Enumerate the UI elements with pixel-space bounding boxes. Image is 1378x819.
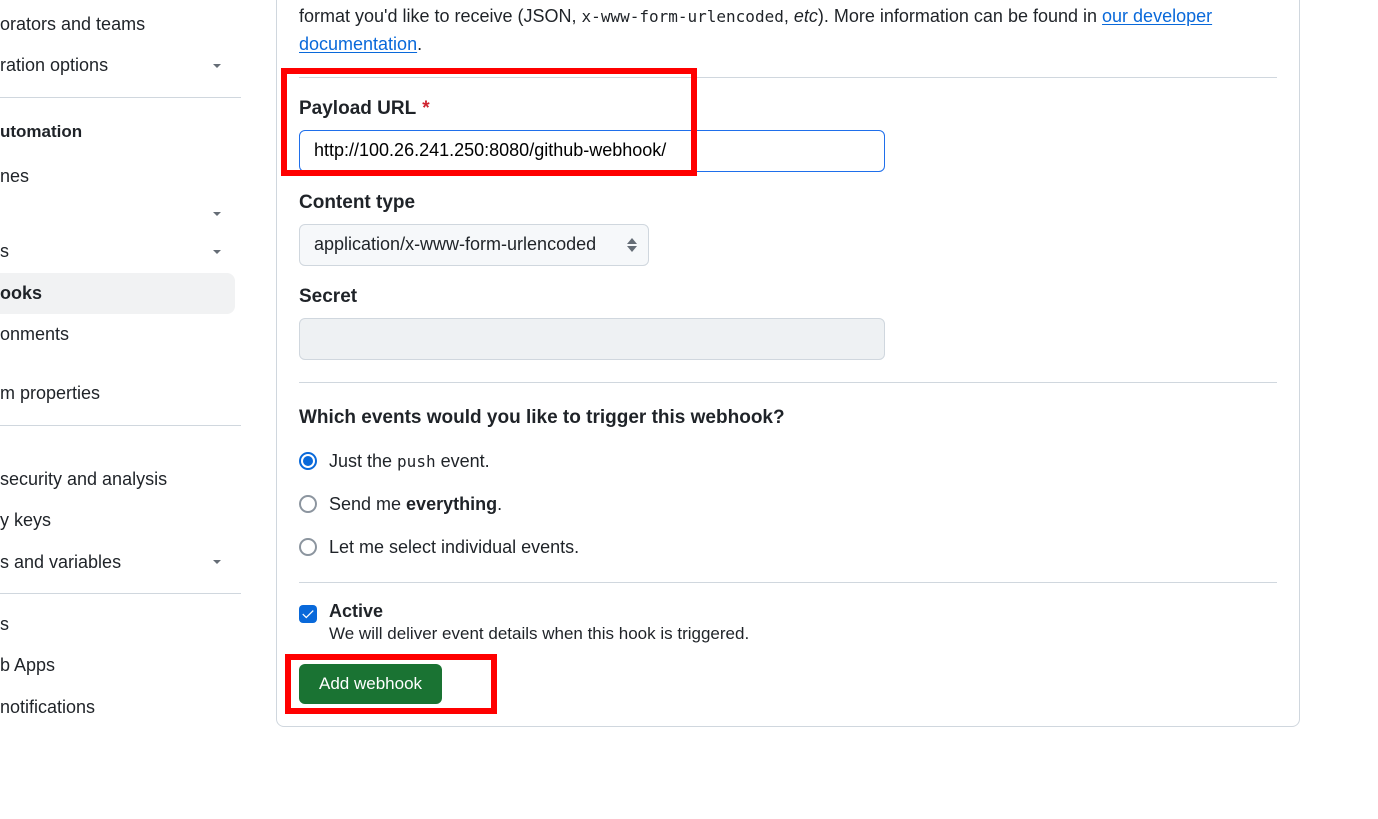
select-caret-icon [627,238,637,252]
separator [299,582,1277,583]
sidebar-item-unknown-1[interactable] [0,197,241,231]
radio-everything[interactable]: Send me everything. [299,494,1277,515]
sidebar-item-unknown-2[interactable] [0,355,241,373]
radio-icon [299,495,317,513]
sidebar-item-moderation[interactable]: ration options [0,45,241,86]
content-type-label: Content type [299,192,1277,214]
sidebar-item-github-apps[interactable]: b Apps [0,645,241,686]
intro-text: format you'd like to receive (JSON, x-ww… [299,3,1277,59]
radio-icon [299,452,317,470]
active-label: Active [329,601,749,622]
active-subtext: We will deliver event details when this … [329,624,749,644]
add-webhook-button[interactable]: Add webhook [299,664,442,704]
sidebar-item-actions[interactable]: s [0,231,241,272]
sidebar-heading-automation: utomation [0,108,241,156]
sidebar-item-environments[interactable]: onments [0,314,241,355]
sidebar-divider [0,97,241,98]
webhook-form-card: format you'd like to receive (JSON, x-ww… [276,0,1300,727]
checkbox-checked-icon [299,605,317,623]
chevron-down-icon [209,244,225,260]
sidebar-item-security[interactable]: security and analysis [0,436,241,500]
sidebar-divider [0,425,241,426]
separator [299,77,1277,78]
events-question: Which events would you like to trigger t… [299,407,1277,429]
sidebar-item-secrets[interactable]: s and variables [0,542,241,583]
sidebar-item-custom-properties[interactable]: m properties [0,373,241,414]
radio-individual[interactable]: Let me select individual events. [299,537,1277,558]
radio-push-event[interactable]: Just the push event. [299,451,1277,472]
sidebar-item-branches[interactable]: nes [0,156,241,197]
payload-url-field: Payload URL* [299,98,1277,172]
separator [299,382,1277,383]
sidebar-item-deploy-keys[interactable]: y keys [0,500,241,541]
settings-sidebar: orators and teams ration options utomati… [0,0,242,819]
active-checkbox-row[interactable]: Active We will deliver event details whe… [299,601,1277,644]
sidebar-item-collaborators[interactable]: orators and teams [0,4,241,45]
sidebar-item-email-notifications[interactable]: notifications [0,687,241,728]
chevron-down-icon [209,554,225,570]
content-type-select[interactable]: application/x-www-form-urlencoded [299,224,649,266]
radio-icon [299,538,317,556]
sidebar-divider [0,593,241,594]
content-type-field: Content type application/x-www-form-urle… [299,192,1277,266]
chevron-down-icon [209,206,225,222]
sidebar-item-webhooks[interactable]: ooks [0,273,235,314]
payload-url-input[interactable] [299,130,885,172]
payload-url-label: Payload URL* [299,98,1277,120]
chevron-down-icon [209,58,225,74]
secret-label: Secret [299,286,1277,308]
secret-field: Secret [299,286,1277,360]
sidebar-item-integrations[interactable]: s [0,604,241,645]
secret-input[interactable] [299,318,885,360]
